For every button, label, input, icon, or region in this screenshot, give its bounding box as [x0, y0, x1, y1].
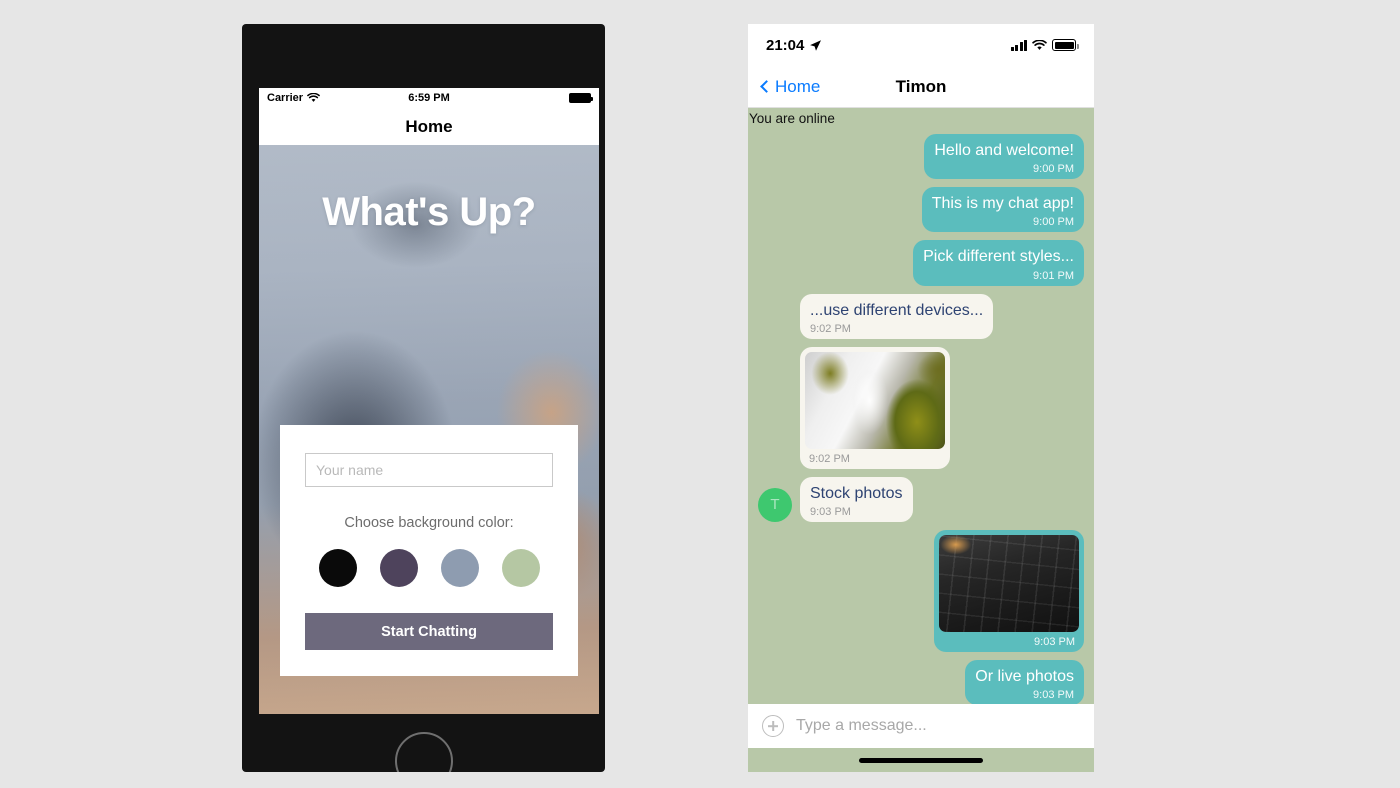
right-clock: 21:04	[766, 36, 805, 54]
chat-bubble-incoming-image[interactable]: 9:02 PM	[800, 346, 950, 469]
hero-background-image: What's Up? Choose background color: Star…	[259, 145, 599, 714]
message-text: This is my chat app!	[931, 195, 1074, 213]
message-text: Or live photos	[975, 667, 1074, 685]
chat-bubble-incoming[interactable]: ...use different devices... 9:02 PM	[800, 293, 994, 339]
chat-bubble-outgoing-image[interactable]: 9:03 PM	[934, 529, 1084, 652]
choose-color-label: Choose background color:	[344, 515, 514, 531]
left-phone-device: Carrier 6:59 PM Home What's Up? Choo	[242, 24, 605, 772]
online-status: You are online	[749, 111, 835, 126]
left-status-bar: Carrier 6:59 PM	[259, 88, 599, 108]
left-phone-screen: Carrier 6:59 PM Home What's Up? Choo	[259, 88, 599, 714]
keyboard-photo[interactable]	[939, 534, 1079, 632]
message-row: T Stock photos 9:03 PM	[758, 476, 1084, 522]
chat-message-list[interactable]: You are online Hello and welcome! 9:00 P…	[748, 108, 1094, 704]
home-indicator[interactable]	[859, 757, 983, 763]
right-clock-group: 21:04	[766, 37, 822, 54]
left-navbar: Home	[259, 108, 599, 145]
home-button[interactable]	[394, 732, 453, 772]
message-timestamp: 9:00 PM	[1033, 163, 1074, 176]
message-row: 9:02 PM	[758, 346, 1084, 469]
message-timestamp: 9:00 PM	[1033, 216, 1074, 229]
message-text: Hello and welcome!	[934, 142, 1074, 159]
message-input-bar	[748, 704, 1094, 748]
message-timestamp: 9:02 PM	[810, 322, 851, 335]
back-button[interactable]: Home	[760, 76, 821, 97]
message-row: 9:03 PM	[758, 529, 1084, 652]
chat-bubble-outgoing[interactable]: Hello and welcome! 9:00 PM	[924, 134, 1084, 180]
right-status-bar: 21:04	[748, 24, 1094, 66]
color-swatch-slate-blue[interactable]	[440, 549, 479, 587]
right-status-icons	[1010, 39, 1079, 51]
color-swatch-sage-green[interactable]	[501, 549, 540, 587]
message-text: ...use different devices...	[810, 301, 984, 319]
wifi-icon	[1032, 39, 1047, 50]
right-navbar: Home Timon	[748, 66, 1094, 108]
chat-bubble-incoming[interactable]: Stock photos 9:03 PM	[800, 476, 913, 522]
screenshot-stage: Carrier 6:59 PM Home What's Up? Choo	[0, 0, 1400, 788]
message-row: Pick different styles... 9:01 PM	[758, 240, 1084, 286]
message-timestamp: 9:02 PM	[809, 452, 850, 465]
chat-bubble-outgoing[interactable]: Pick different styles... 9:01 PM	[913, 240, 1084, 286]
color-swatch-black[interactable]	[318, 549, 357, 587]
color-swatch-group	[305, 549, 553, 587]
message-row: This is my chat app! 9:00 PM	[758, 187, 1084, 233]
message-row: ...use different devices... 9:02 PM	[758, 293, 1084, 339]
plus-circle-icon[interactable]	[762, 715, 784, 737]
avatar-initial: T	[770, 496, 780, 514]
message-text: Pick different styles...	[923, 248, 1074, 266]
message-input[interactable]	[796, 717, 1080, 735]
color-swatch-dark-purple[interactable]	[379, 549, 418, 587]
login-card: Choose background color: Start Chatting	[280, 425, 578, 676]
chevron-left-icon	[760, 80, 773, 93]
message-row: Or live photos 9:03 PM	[758, 659, 1084, 704]
name-input[interactable]	[305, 453, 553, 487]
cellular-signal-icon	[1010, 39, 1027, 51]
start-chatting-button[interactable]: Start Chatting	[305, 613, 553, 650]
message-timestamp: 9:01 PM	[1033, 269, 1074, 282]
page-title: Home	[405, 116, 453, 136]
chat-bubble-outgoing[interactable]: Or live photos 9:03 PM	[965, 659, 1084, 704]
left-clock: 6:59 PM	[408, 92, 450, 104]
battery-icon	[1052, 39, 1079, 51]
message-timestamp: 9:03 PM	[1034, 635, 1075, 648]
right-phone-device: 21:04 Home Timon You are online Hello an…	[748, 24, 1094, 772]
battery-icon	[569, 93, 593, 103]
message-row: Hello and welcome! 9:00 PM	[758, 134, 1084, 180]
avatar[interactable]: T	[758, 487, 792, 522]
home-indicator-area	[748, 748, 1094, 772]
message-text: Stock photos	[810, 484, 903, 502]
hero-title: What's Up?	[322, 190, 536, 234]
message-timestamp: 9:03 PM	[1033, 689, 1074, 702]
chat-bubble-outgoing[interactable]: This is my chat app! 9:00 PM	[921, 187, 1084, 233]
back-button-label: Home	[775, 76, 821, 96]
waterfall-photo[interactable]	[805, 351, 945, 449]
message-timestamp: 9:03 PM	[810, 505, 851, 518]
location-arrow-icon	[810, 39, 822, 51]
